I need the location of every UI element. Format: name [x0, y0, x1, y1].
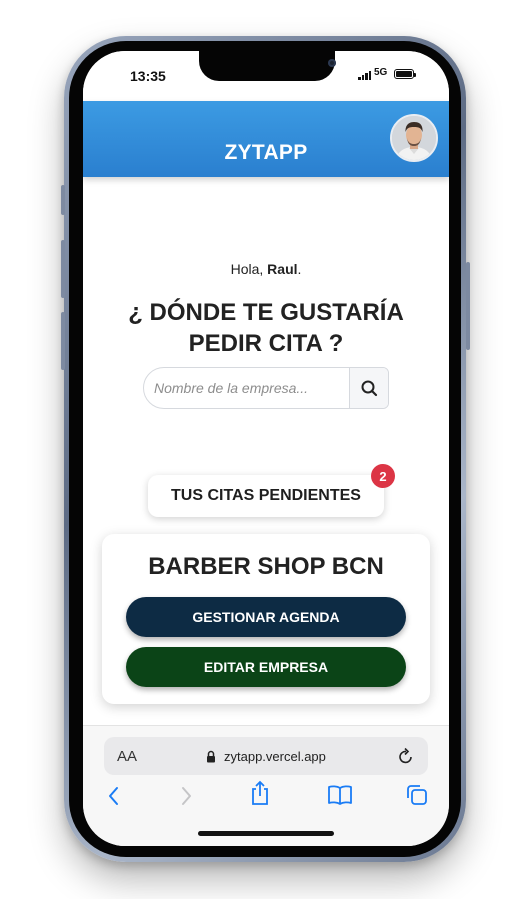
browser-nav-bar: [83, 780, 449, 823]
browser-toolbar: AA zytapp.vercel.app: [83, 725, 449, 846]
business-card: BARBER SHOP BCN GESTIONAR AGENDA EDITAR …: [102, 534, 430, 704]
bookmarks-icon[interactable]: [327, 783, 353, 807]
search-input[interactable]: [144, 368, 352, 408]
home-indicator[interactable]: [198, 831, 334, 836]
lock-icon: [207, 750, 215, 763]
reload-icon[interactable]: [397, 746, 415, 766]
business-name: BARBER SHOP BCN: [148, 553, 384, 580]
manage-agenda-button[interactable]: GESTIONAR AGENDA: [126, 597, 406, 637]
app-header: ZYTAPP: [83, 101, 449, 177]
mute-switch: [61, 185, 65, 215]
status-bar: 13:35 5G: [83, 51, 449, 101]
share-icon[interactable]: [249, 779, 271, 807]
forward-icon[interactable]: [177, 783, 195, 809]
page-title: ¿ DÓNDE TE GUSTARÍA PEDIR CITA ?: [128, 299, 404, 357]
tabs-icon[interactable]: [405, 783, 429, 807]
back-icon[interactable]: [105, 783, 123, 809]
user-name: Raul: [267, 261, 298, 277]
signal-icon: [358, 71, 371, 80]
power-button: [466, 262, 470, 350]
search-button[interactable]: [349, 368, 388, 408]
notch: [199, 51, 336, 81]
user-avatar[interactable]: [390, 114, 438, 162]
edit-business-button[interactable]: EDITAR EMPRESA: [126, 647, 406, 687]
greeting: Hola, Raul.: [230, 261, 302, 277]
search-bar: [143, 367, 389, 409]
volume-down-button: [61, 312, 65, 370]
status-time: 13:35: [130, 68, 166, 84]
address-bar[interactable]: AA zytapp.vercel.app: [104, 737, 428, 775]
camera-icon: [328, 59, 336, 67]
phone-screen: 13:35 5G ZYTAPP Hola, Raul. ¿ DÓNDE TE G…: [83, 51, 449, 846]
battery-icon: [394, 69, 416, 79]
reader-aa-button[interactable]: AA: [117, 748, 137, 765]
avatar-icon: [392, 116, 436, 160]
network-label: 5G: [374, 67, 388, 78]
pending-count-badge: 2: [371, 464, 395, 488]
volume-up-button: [61, 240, 65, 298]
pending-appointments-button[interactable]: TUS CITAS PENDIENTES: [148, 475, 384, 517]
url-text: zytapp.vercel.app: [224, 749, 326, 764]
search-icon: [361, 380, 378, 397]
